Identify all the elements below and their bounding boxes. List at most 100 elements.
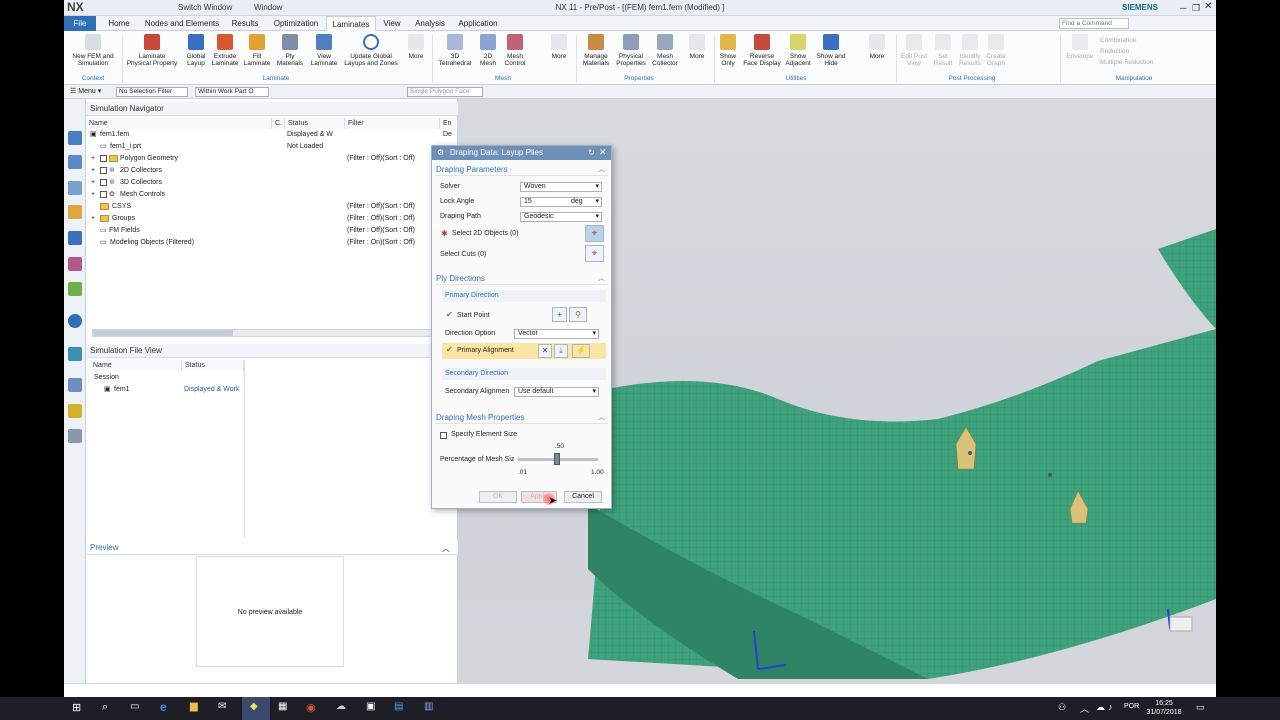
tree-row-modeling-objects[interactable]: ▭ Modeling Objects (Filtered) (Filter : On… (86, 237, 458, 249)
nx-taskbar-button[interactable]: ◆ (242, 697, 270, 720)
fv-col-name[interactable]: Name (90, 360, 182, 371)
restore-icon[interactable]: ❐ (1192, 3, 1200, 14)
selection-filter-dropdown[interactable]: No Selection Filter (116, 87, 188, 97)
minimize-icon[interactable]: ─ (1180, 3, 1186, 13)
tree-row-csys[interactable]: CSYS (Filter : Off)(Sort : Off) (86, 201, 458, 213)
history-icon[interactable] (68, 314, 82, 328)
task-view-icon[interactable]: ▭ (130, 701, 139, 712)
primary-alignment-label[interactable]: Primary Alignment (457, 346, 514, 356)
tab-optimization[interactable]: Optimization (266, 16, 326, 31)
volume-icon[interactable]: ♪ (1108, 702, 1113, 712)
section-draping-mesh[interactable]: Draping Mesh Properties (436, 411, 608, 424)
notifications-icon[interactable]: ▭ (1196, 702, 1205, 713)
file-explorer-icon[interactable]: ▆ (190, 701, 198, 712)
specify-element-size-checkbox[interactable] (440, 432, 447, 439)
select-cuts-button[interactable]: ⌖ (585, 245, 604, 262)
find-command-input[interactable]: Find a Command (1059, 18, 1129, 29)
select-2d-objects[interactable]: Select 2D Objects (0) (452, 229, 519, 239)
system-scenes-icon[interactable] (68, 429, 82, 443)
envelope-button[interactable]: Envelope (1064, 34, 1096, 60)
lock-angle-input[interactable]: 15 deg (520, 197, 602, 207)
people-icon[interactable]: ⚇ (1058, 702, 1066, 713)
col-status[interactable]: Status (285, 118, 345, 129)
visibility-checkbox[interactable] (100, 190, 107, 198)
language-indicator[interactable]: POR (1124, 703, 1139, 710)
point-dialog-button[interactable]: + (552, 307, 567, 322)
extrude-laminate-button[interactable]: Extrude Laminate (210, 34, 240, 67)
combination-item[interactable]: Combination (1100, 35, 1153, 46)
multiple-reduction-item[interactable]: Multiple Reduction (1100, 57, 1153, 68)
col-name[interactable]: Name (86, 118, 272, 129)
app3-icon[interactable]: ▥ (424, 701, 433, 712)
tab-analysis[interactable]: Analysis (410, 16, 450, 31)
chrome-icon[interactable]: ◉ (306, 701, 316, 714)
fv-row-session[interactable]: Session (86, 372, 458, 384)
reverse-direction-button[interactable]: ✕ (538, 344, 552, 358)
mail-icon[interactable]: ✉ (218, 701, 226, 712)
properties-more-button[interactable]: More (684, 34, 710, 60)
show-adjacent-button[interactable]: Show Adjacent (783, 34, 813, 67)
laminate-more-button[interactable]: More (402, 34, 430, 60)
collapse-icon[interactable]: ︿ (598, 273, 605, 283)
assembly-navigator-icon[interactable] (68, 181, 82, 195)
clock[interactable]: 16:25 31/07/2018 (1144, 699, 1184, 717)
2d-mesh-button[interactable]: 2D Mesh (476, 34, 500, 67)
tab-results[interactable]: Results (227, 16, 263, 31)
vector-dialog-button[interactable]: ⤓ (554, 344, 568, 358)
section-ply-directions[interactable]: Ply Directions (436, 272, 608, 285)
physical-properties-button[interactable]: Physical Properties (614, 34, 648, 67)
fv-col-status[interactable]: Status (182, 360, 244, 371)
process-studio-icon[interactable] (68, 378, 82, 392)
primary-direction-header[interactable]: Primary Direction (442, 290, 606, 302)
inferred-vector-button[interactable]: ⚡ (572, 344, 590, 358)
expand-icon[interactable]: + (91, 153, 95, 165)
3d-tetrahedral-button[interactable]: 3D Tetrahedral (436, 34, 474, 67)
visibility-checkbox[interactable] (100, 178, 107, 186)
collapse-preview-icon[interactable]: ︿ (442, 543, 450, 554)
tray-expand-icon[interactable]: ︿ (1080, 702, 1089, 715)
solver-select[interactable]: Woven (520, 182, 602, 192)
reset-icon[interactable]: ↻ (588, 148, 595, 157)
update-global-layups-button[interactable]: Update Global Layups and Zones (342, 34, 400, 67)
col-en[interactable]: En (440, 118, 458, 129)
edge-icon[interactable]: e (160, 700, 167, 714)
tree-row-mesh-controls[interactable]: + ✿ Mesh Controls (86, 189, 458, 201)
identify-results-button[interactable]: Identify Results (956, 34, 984, 67)
store-icon[interactable]: ▣ (366, 701, 375, 712)
create-graph-button[interactable]: Create Graph (984, 34, 1008, 67)
search-icon[interactable]: ⌕ (102, 701, 108, 714)
inferred-point-button[interactable]: ⚲ (569, 307, 587, 322)
tree-row-3d-collectors[interactable]: + ⊕ 3D Collectors (86, 177, 458, 189)
dialog-close-icon[interactable]: ✕ (599, 147, 607, 158)
web-browser-icon[interactable] (68, 282, 82, 296)
close-icon[interactable]: ✕ (1204, 1, 1212, 12)
polygon-face-dropdown[interactable]: Single Polygon Face (407, 87, 483, 97)
mesh-more-button[interactable]: More (546, 34, 572, 60)
simulation-navigator-icon[interactable] (68, 131, 82, 145)
expand-icon[interactable]: + (91, 189, 95, 201)
tree-row-prt[interactable]: ▭ fem1_i.prt Not Loaded (86, 141, 458, 153)
tab-laminates[interactable]: Laminates (326, 16, 376, 31)
fv-row-fem1[interactable]: ▣ fem1 Displayed & Work (86, 384, 458, 396)
col-c[interactable]: C. (272, 118, 285, 129)
app2-icon[interactable]: ▤ (394, 701, 403, 712)
manage-materials-button[interactable]: Manage Materials (579, 34, 613, 67)
mesh-control-button[interactable]: Mesh Control (501, 34, 529, 67)
calculator-icon[interactable]: ▦ (278, 701, 287, 712)
roles-icon[interactable] (68, 404, 82, 418)
scrollbar-thumb[interactable] (93, 330, 233, 336)
start-point-label[interactable]: Start Point (457, 311, 490, 321)
tree-row-groups[interactable]: + Groups (Filter : Off)(Sort : Off) (86, 213, 458, 225)
scope-dropdown[interactable]: Within Work Part O (195, 87, 269, 97)
horizontal-scrollbar[interactable] (92, 329, 432, 337)
show-and-hide-button[interactable]: Show and Hide (814, 34, 848, 67)
fill-laminate-button[interactable]: Fill Laminate (242, 34, 272, 67)
system-materials-icon[interactable] (68, 347, 82, 361)
slider-thumb[interactable] (554, 453, 560, 465)
select-2d-button[interactable]: ⌖ (585, 225, 604, 242)
view-laminate-button[interactable]: View Laminate (308, 34, 340, 67)
tab-application[interactable]: Application (454, 16, 502, 31)
laminate-physical-property-button[interactable]: Laminate Physical Property (126, 34, 178, 67)
reduction-item[interactable]: Reduction (1100, 46, 1153, 57)
show-only-button[interactable]: Show Only (716, 34, 740, 67)
